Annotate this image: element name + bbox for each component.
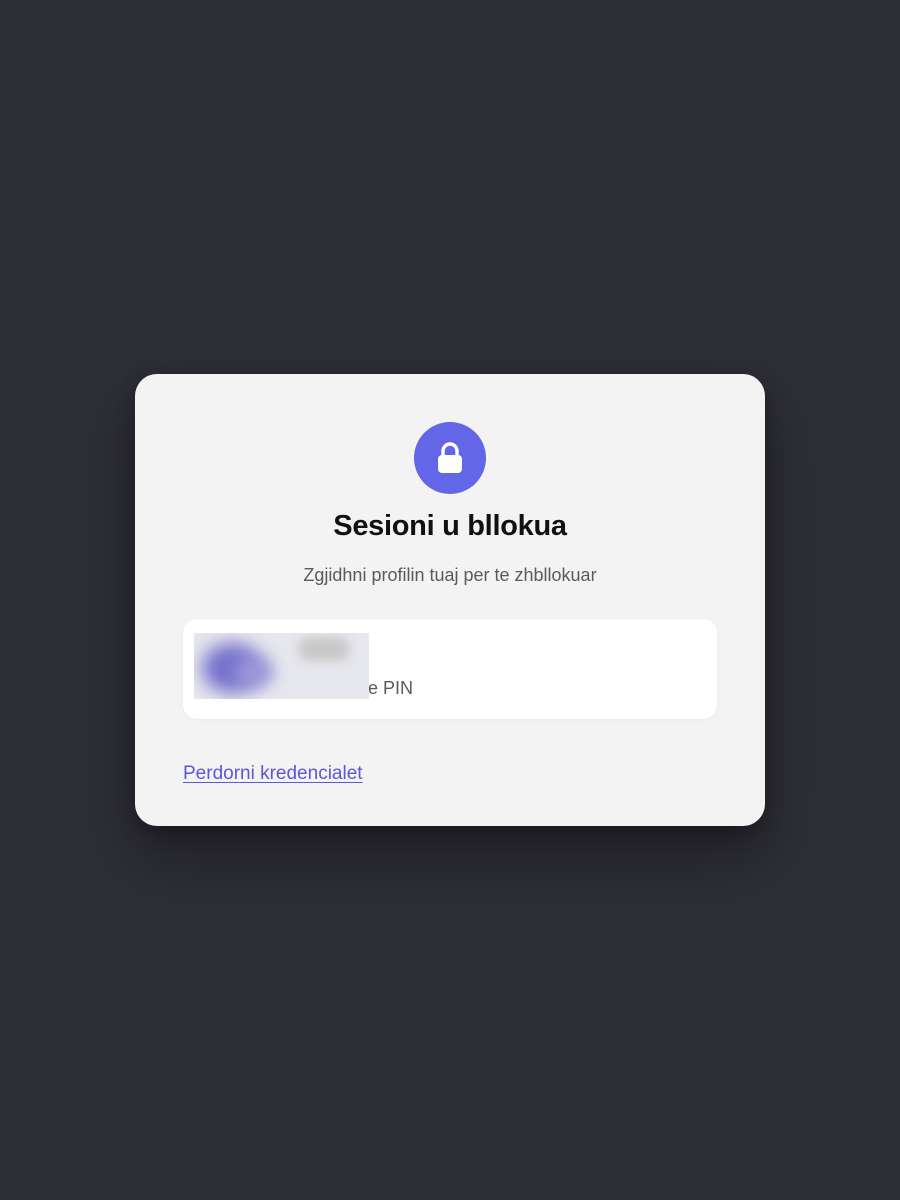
dialog-subtitle: Zgjidhni profilin tuaj per te zhbllokuar	[303, 565, 597, 585]
profile-card[interactable]: me PIN	[183, 619, 717, 719]
dialog-title: Sesioni u bllokua	[333, 510, 567, 542]
lock-icon	[438, 442, 462, 473]
use-credentials-link[interactable]: Perdorni kredencialet	[183, 763, 363, 785]
lock-badge	[414, 422, 486, 494]
profile-unlock-method: me PIN	[369, 678, 414, 698]
lock-screen-dialog: Sesioni u bllokua Zgjidhni profilin tuaj…	[135, 374, 765, 826]
profile-avatar-redacted	[194, 633, 369, 699]
